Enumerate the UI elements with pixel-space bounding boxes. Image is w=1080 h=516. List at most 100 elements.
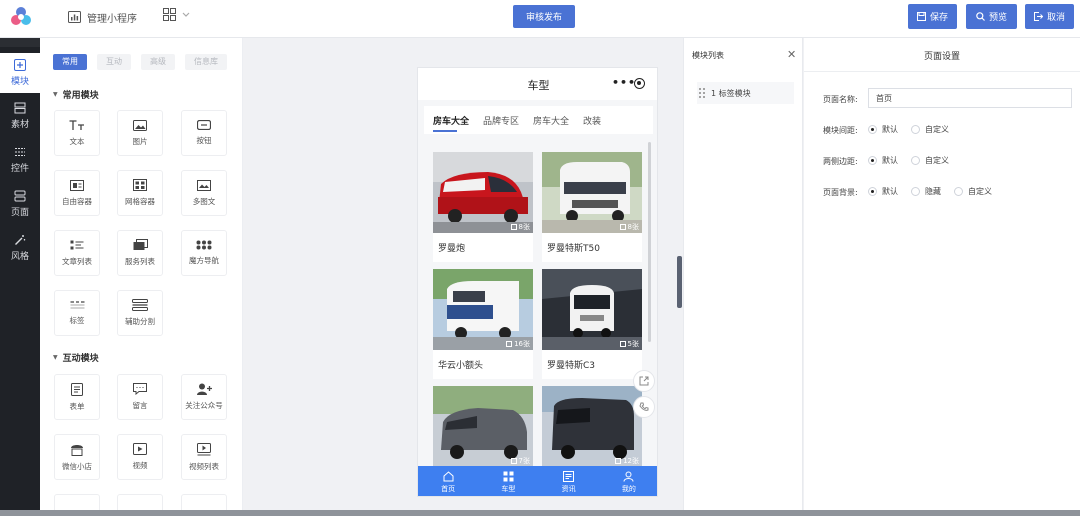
section-title-label: 常用模块	[62, 91, 99, 101]
component-partial[interactable]	[54, 494, 100, 510]
component-image[interactable]: 图片	[117, 110, 163, 156]
panel-resize-handle[interactable]	[677, 256, 682, 308]
phone-tab[interactable]: 品牌专区	[483, 114, 519, 127]
left-nav: 模块 素材 控件 页面 风格	[0, 38, 40, 510]
search-icon	[976, 12, 985, 21]
component-follow-account[interactable]: 关注公众号	[181, 374, 227, 420]
bottom-edge	[0, 510, 1080, 516]
phone-icon	[639, 402, 649, 411]
component-label: 标签	[69, 316, 85, 325]
vehicle-photo	[433, 269, 533, 350]
close-icon[interactable]: ✕	[787, 48, 796, 61]
component-wechat-shop[interactable]: 微信小店	[54, 434, 100, 480]
app-logo-icon[interactable]	[9, 5, 33, 29]
tabbar-item-models[interactable]: 车型	[478, 466, 538, 496]
component-multi-image-text[interactable]: 多图文	[181, 170, 227, 216]
nav-label: 风格	[10, 252, 29, 262]
nav-label: 模块	[10, 77, 29, 87]
nav-item-style[interactable]: 风格	[0, 228, 40, 268]
tab-info-library[interactable]: 信息库	[185, 54, 227, 70]
component-form[interactable]: 表单	[54, 374, 100, 420]
grid-menu-icon	[163, 8, 176, 21]
component-divider[interactable]: 辅助分割	[117, 290, 163, 336]
vehicle-card[interactable]: 5张 罗曼特斯C3	[542, 269, 642, 379]
tab-interactive[interactable]: 互动	[97, 54, 131, 70]
component-tabs[interactable]: 标签	[54, 290, 100, 336]
side-margin-default-radio[interactable]: 默认	[868, 155, 898, 166]
phone-call-float-button[interactable]	[633, 396, 655, 418]
background-default-radio[interactable]: 默认	[868, 186, 898, 197]
photo-count: 7张	[510, 456, 530, 466]
page-settings-panel: 页面设置 页面名称: 首页 模块间距: 默认 自定义 两侧边距: 默认 自定义 …	[804, 38, 1080, 510]
nav-item-pages[interactable]: 页面	[0, 184, 40, 224]
vehicle-name: 罗曼特斯C3	[547, 361, 596, 371]
phone-tab[interactable]: 房车大全	[533, 114, 569, 127]
radio-label: 自定义	[968, 187, 992, 196]
module-list-item[interactable]: 1 标签模块	[697, 82, 794, 104]
component-partial[interactable]	[181, 494, 227, 510]
background-hidden-radio[interactable]: 隐藏	[911, 186, 941, 197]
drag-handle-icon[interactable]	[699, 88, 705, 98]
share-float-button[interactable]	[633, 370, 655, 392]
publish-label: 审核发布	[525, 13, 562, 23]
nav-item-controls[interactable]: 控件	[0, 140, 40, 180]
component-free-container[interactable]: 自由容器	[54, 170, 100, 216]
component-label: 按钮	[196, 136, 212, 145]
component-video[interactable]: 视频	[117, 434, 163, 480]
component-video-list[interactable]: 视频列表	[181, 434, 227, 480]
tabs-icon	[70, 301, 84, 309]
photo-count: 5张	[619, 339, 639, 349]
phone-tab[interactable]: 房车大全	[433, 114, 469, 132]
vehicle-card[interactable]: 8张 罗曼炮	[433, 152, 533, 262]
component-grid-container[interactable]: 网格容器	[117, 170, 163, 216]
section-interactive-modules[interactable]: ▼ 互动模块	[53, 351, 99, 364]
side-margin-custom-radio[interactable]: 自定义	[911, 155, 949, 166]
page-name-input[interactable]: 首页	[868, 88, 1072, 108]
component-message[interactable]: 留言	[117, 374, 163, 420]
app-grid-menu[interactable]	[163, 8, 190, 21]
nav-item-modules[interactable]: 模块	[0, 53, 40, 93]
publish-button[interactable]: 审核发布	[513, 5, 575, 28]
vehicle-photo	[542, 386, 642, 467]
phone-tabbar: 首页 车型 资讯 我的	[418, 466, 657, 496]
video-icon	[133, 443, 147, 455]
image-icon	[133, 119, 147, 131]
tab-common[interactable]: 常用	[53, 54, 87, 70]
top-bar: 管理小程序 审核发布 保存 预览 取消	[0, 0, 1080, 38]
tabbar-item-me[interactable]: 我的	[599, 466, 657, 496]
module-gap-custom-radio[interactable]: 自定义	[911, 124, 949, 135]
background-custom-radio[interactable]: 自定义	[954, 186, 992, 197]
component-label: 视频列表	[189, 461, 219, 471]
follow-account-icon	[196, 383, 212, 395]
component-service-list[interactable]: 服务列表	[117, 230, 163, 276]
component-button[interactable]: 按钮	[181, 110, 227, 156]
nav-label: 控件	[10, 164, 29, 174]
section-common-modules[interactable]: ▼ 常用模块	[53, 88, 99, 101]
phone-scrollbar[interactable]	[648, 142, 651, 342]
app-name-label: 管理小程序	[87, 13, 137, 25]
radio-label: 默认	[882, 125, 898, 134]
vehicle-card[interactable]: 8张 罗曼特斯T50	[542, 152, 642, 262]
cancel-button[interactable]: 取消	[1025, 4, 1074, 29]
component-cube-nav[interactable]: 魔方导航	[181, 230, 227, 276]
component-article-list[interactable]: 文章列表	[54, 230, 100, 276]
tabbar-item-news[interactable]: 资讯	[539, 466, 599, 496]
vehicle-name: 罗曼特斯T50	[547, 244, 600, 254]
tabbar-item-home[interactable]: 首页	[418, 466, 478, 496]
phone-tab[interactable]: 改装	[583, 114, 601, 127]
module-gap-default-radio[interactable]: 默认	[868, 124, 898, 135]
capsule-close-icon[interactable]	[634, 78, 645, 89]
vehicle-card[interactable]: 16张 华云小额头	[433, 269, 533, 379]
app-switcher[interactable]: 管理小程序	[68, 9, 137, 25]
save-button[interactable]: 保存	[908, 4, 957, 29]
component-text[interactable]: 文本	[54, 110, 100, 156]
component-partial[interactable]	[117, 494, 163, 510]
module-list-title: 模块列表	[692, 51, 724, 60]
tabbar-label: 车型	[501, 484, 516, 493]
more-icon[interactable]: •••	[612, 76, 636, 89]
tab-advanced[interactable]: 高级	[141, 54, 175, 70]
preview-button[interactable]: 预览	[966, 4, 1017, 29]
caret-down-icon: ▼	[53, 91, 58, 98]
radio-label: 自定义	[925, 125, 949, 134]
nav-item-materials[interactable]: 素材	[0, 96, 40, 136]
